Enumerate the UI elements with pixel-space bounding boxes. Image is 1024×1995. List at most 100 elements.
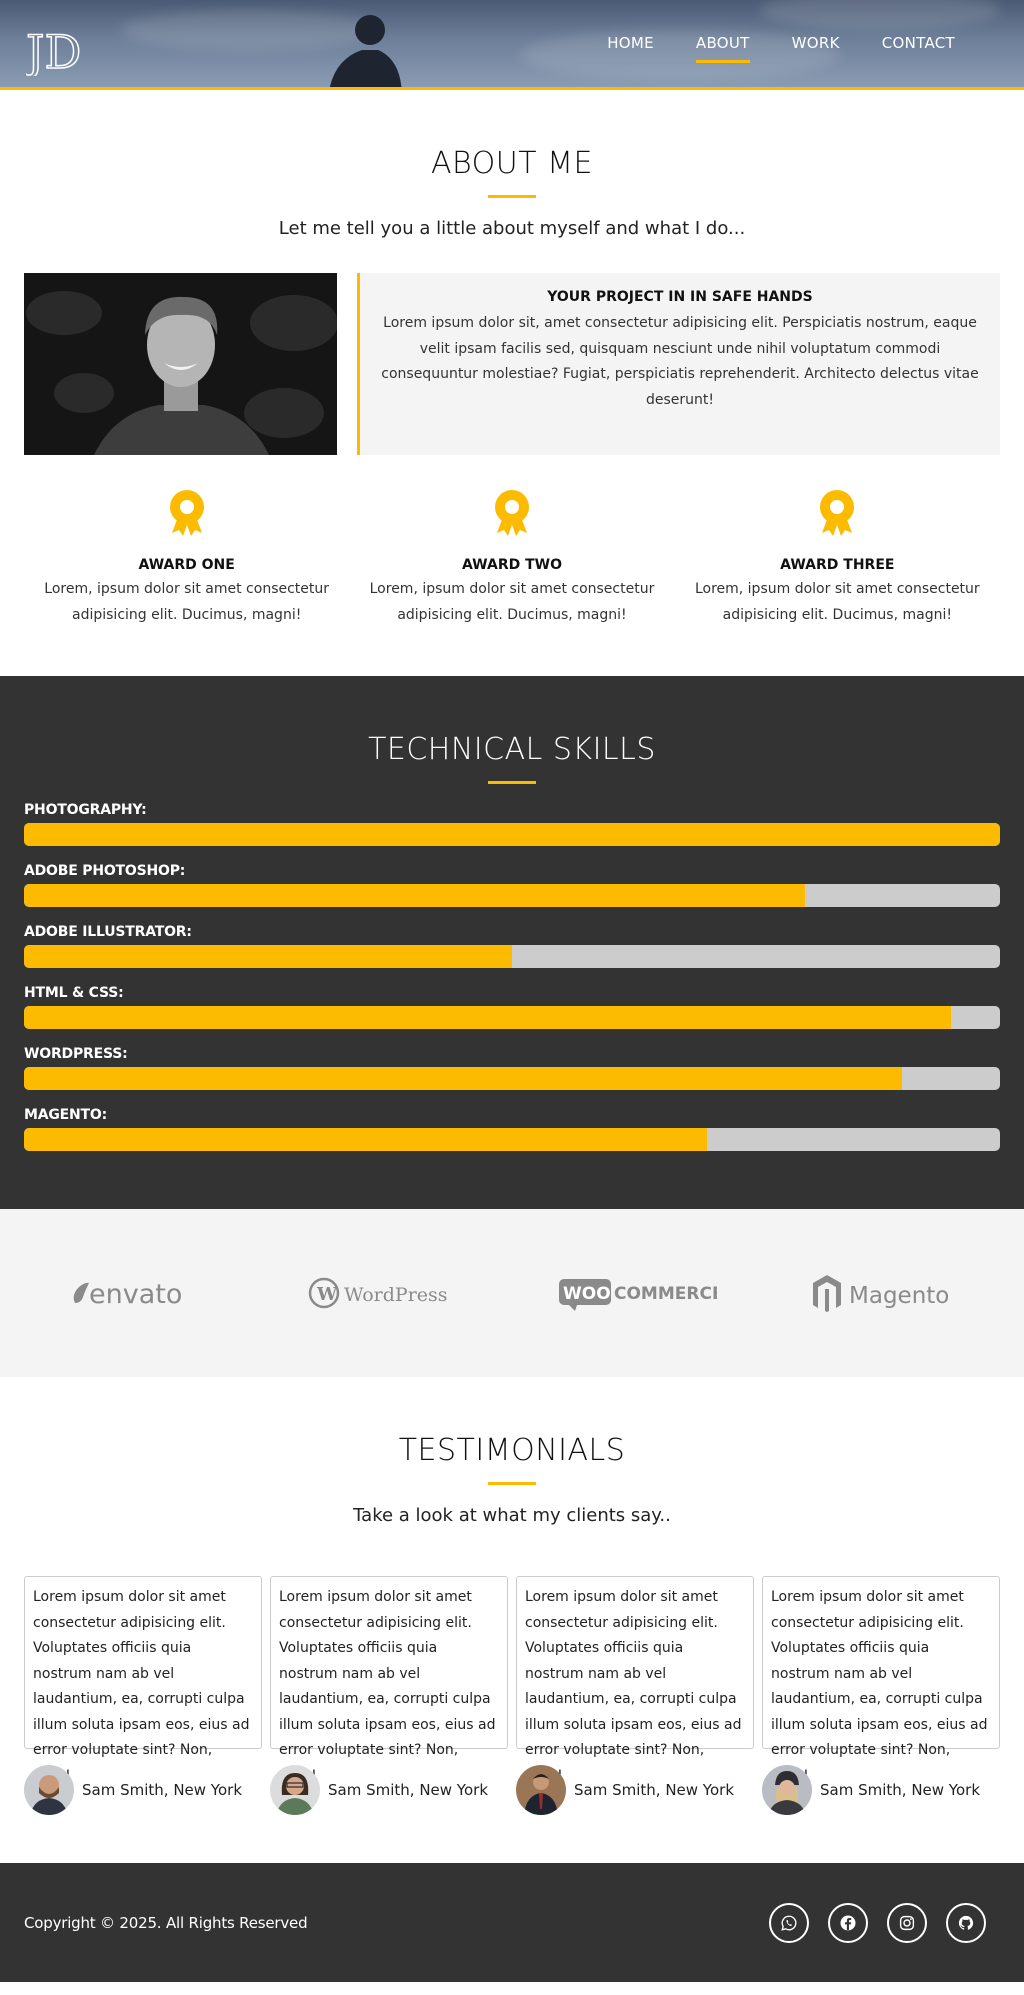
avatar xyxy=(270,1765,320,1815)
nav-work[interactable]: WORK xyxy=(771,0,861,87)
svg-text:JD: JD xyxy=(26,26,81,76)
site-logo[interactable]: JD xyxy=(21,24,96,80)
avatar xyxy=(762,1765,812,1815)
skills-section: TECHNICAL SKILLS PHOTOGRAPHY: ADOBE PHOT… xyxy=(0,676,1024,1209)
skill-bar xyxy=(24,1067,1000,1090)
skill-item: ADOBE ILLUSTRATOR: xyxy=(24,924,1000,968)
brand-logo-magento: Magento xyxy=(786,1263,986,1323)
testimonial-quote: Lorem ipsum dolor sit amet consectetur a… xyxy=(270,1576,508,1784)
skill-label: WORDPRESS: xyxy=(24,1046,128,1062)
award-item: AWARD TWO Lorem, ipsum dolor sit amet co… xyxy=(349,489,674,628)
github-link[interactable] xyxy=(946,1902,986,1943)
info-box: YOUR PROJECT IN IN SAFE HANDS Lorem ipsu… xyxy=(357,273,1000,455)
testimonial-card: Lorem ipsum dolor sit amet consectetur a… xyxy=(24,1576,262,1815)
about-section: ABOUT ME Let me tell you a little about … xyxy=(0,90,1024,676)
testimonial-card: Lorem ipsum dolor sit amet consectetur a… xyxy=(516,1576,754,1815)
testimonial-quote: Lorem ipsum dolor sit amet consectetur a… xyxy=(24,1576,262,1784)
instagram-icon xyxy=(899,1915,915,1930)
whatsapp-link[interactable] xyxy=(769,1902,809,1943)
testimonial-quote: Lorem ipsum dolor sit amet consectetur a… xyxy=(516,1576,754,1784)
nav-about[interactable]: ABOUT xyxy=(675,0,771,87)
github-icon xyxy=(958,1915,974,1930)
skill-label: ADOBE PHOTOSHOP: xyxy=(24,863,186,879)
author-name: Sam Smith, New York xyxy=(328,1781,489,1799)
award-item: AWARD THREE Lorem, ipsum dolor sit amet … xyxy=(675,489,1000,628)
skill-bar xyxy=(24,945,1000,968)
awards-row: AWARD ONE Lorem, ipsum dolor sit amet co… xyxy=(24,489,1000,628)
skill-bar-fill xyxy=(24,1128,708,1151)
skills-title: TECHNICAL SKILLS xyxy=(368,732,656,767)
testimonial-card: Lorem ipsum dolor sit amet consectetur a… xyxy=(270,1576,508,1815)
info-box-title: YOUR PROJECT IN IN SAFE HANDS xyxy=(547,289,813,305)
hero-person-silhouette xyxy=(329,15,402,87)
testimonial-author: Sam Smith, New York xyxy=(516,1765,754,1815)
avatar xyxy=(24,1765,74,1815)
award-text: Lorem, ipsum dolor sit amet consectetur … xyxy=(369,581,655,623)
brands-section: envato W WordPress WOO COMMERCE Magento xyxy=(0,1209,1024,1377)
title-underline xyxy=(488,1482,536,1485)
author-name: Sam Smith, New York xyxy=(574,1781,735,1799)
whatsapp-icon xyxy=(781,1915,797,1931)
testimonial-card: Lorem ipsum dolor sit amet consectetur a… xyxy=(762,1576,1000,1815)
skill-bar xyxy=(24,1128,1000,1151)
svg-text:envato: envato xyxy=(89,1279,182,1310)
testimonial-author: Sam Smith, New York xyxy=(762,1765,1000,1815)
brand-logo-wordpress: W WordPress xyxy=(288,1263,488,1323)
testimonial-quote: Lorem ipsum dolor sit amet consectetur a… xyxy=(762,1576,1000,1784)
avatar xyxy=(516,1765,566,1815)
skill-bar xyxy=(24,1006,1000,1029)
testimonial-author: Sam Smith, New York xyxy=(24,1765,262,1815)
skill-bar-fill xyxy=(24,1067,903,1090)
profile-photo xyxy=(24,273,337,455)
testimonial-author: Sam Smith, New York xyxy=(270,1765,508,1815)
brand-logo-envato: envato xyxy=(39,1263,239,1323)
testimonials-subtitle: Take a look at what my clients say.. xyxy=(353,1505,671,1526)
testimonials-title: TESTIMONIALS xyxy=(398,1433,626,1468)
award-title: AWARD TWO xyxy=(461,557,562,573)
facebook-link[interactable] xyxy=(828,1902,868,1943)
award-text: Lorem, ipsum dolor sit amet consectetur … xyxy=(694,581,980,623)
skill-item: MAGENTO: xyxy=(24,1107,1000,1151)
brand-logo-woocommerce: WOO COMMERCE xyxy=(537,1263,737,1323)
skill-item: WORDPRESS: xyxy=(24,1046,1000,1090)
award-ribbon-icon xyxy=(494,490,529,536)
svg-text:W: W xyxy=(316,1284,338,1305)
about-title: ABOUT ME xyxy=(431,146,593,181)
instagram-link[interactable] xyxy=(887,1902,927,1943)
title-underline xyxy=(488,781,536,784)
skill-bar xyxy=(24,884,1000,907)
skill-label: MAGENTO: xyxy=(24,1107,107,1123)
nav-contact[interactable]: CONTACT xyxy=(861,0,976,87)
nav-home[interactable]: HOME xyxy=(586,0,675,87)
skill-label: PHOTOGRAPHY: xyxy=(24,802,147,818)
title-underline xyxy=(488,195,536,198)
skill-bar-fill xyxy=(24,1006,952,1029)
skill-bar xyxy=(24,823,1000,846)
svg-text:Magento: Magento xyxy=(849,1283,949,1309)
copyright-text: Copyright © 2025. All Rights Reserved xyxy=(24,1913,308,1932)
author-name: Sam Smith, New York xyxy=(820,1781,981,1799)
award-ribbon-icon xyxy=(169,490,204,536)
site-header: JD HOME ABOUT WORK CONTACT xyxy=(0,0,1024,90)
svg-text:WordPress: WordPress xyxy=(344,1284,448,1306)
award-title: AWARD ONE xyxy=(138,557,235,573)
svg-text:COMMERCE: COMMERCE xyxy=(614,1284,717,1304)
facebook-icon xyxy=(840,1915,856,1930)
skill-item: PHOTOGRAPHY: xyxy=(24,802,1000,846)
social-links xyxy=(769,1902,986,1943)
skill-item: ADOBE PHOTOSHOP: xyxy=(24,863,1000,907)
skill-item: HTML & CSS: xyxy=(24,985,1000,1029)
skill-bar-fill xyxy=(24,945,512,968)
skill-label: ADOBE ILLUSTRATOR: xyxy=(24,924,192,940)
award-title: AWARD THREE xyxy=(780,557,895,573)
info-box-text: Lorem ipsum dolor sit, amet consectetur … xyxy=(381,315,979,408)
svg-text:WOO: WOO xyxy=(563,1284,611,1304)
skill-bar-fill xyxy=(24,884,805,907)
skill-bar-fill xyxy=(24,823,1000,846)
site-footer: Copyright © 2025. All Rights Reserved xyxy=(0,1863,1024,1982)
skill-label: HTML & CSS: xyxy=(24,985,124,1001)
award-ribbon-icon xyxy=(820,490,855,536)
award-text: Lorem, ipsum dolor sit amet consectetur … xyxy=(44,581,330,623)
testimonials-section: TESTIMONIALS Take a look at what my clie… xyxy=(0,1377,1024,1863)
about-subtitle: Let me tell you a little about myself an… xyxy=(278,218,746,239)
